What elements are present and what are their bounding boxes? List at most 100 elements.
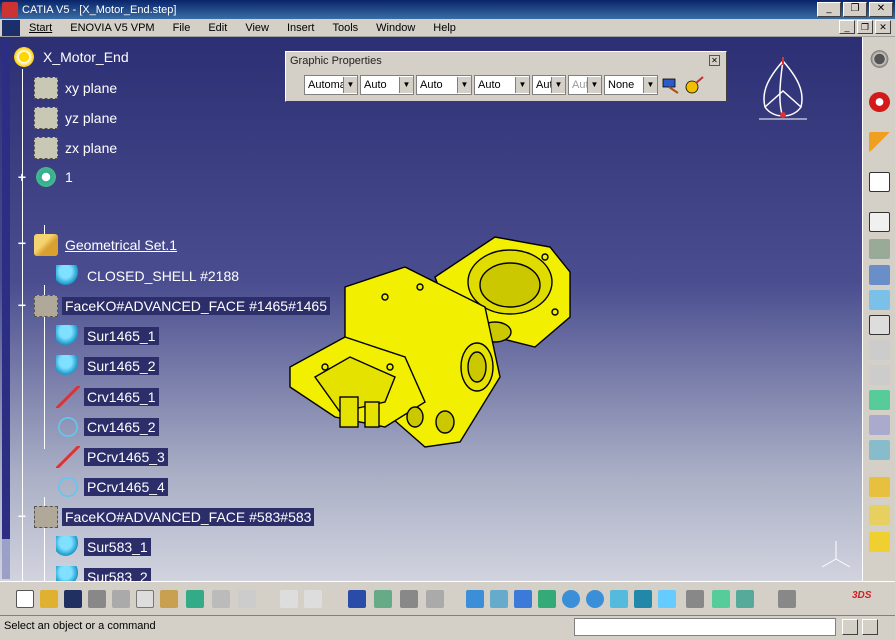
menu-window[interactable]: Window [367,22,424,34]
pan-icon[interactable] [514,590,532,608]
3d-viewport[interactable]: X_Motor_End xy plane yz plane zx plane +… [0,37,862,581]
restore-button[interactable]: ❐ [843,2,867,17]
tree-item-face-583[interactable]: FaceKO#ADVANCED_FACE #583#583 [34,505,315,529]
undo-icon[interactable] [186,590,204,608]
tree-collapse-icon[interactable] [426,590,444,608]
tree-item-body[interactable]: 1 [34,165,76,189]
whats-this-icon[interactable] [238,590,256,608]
stop-icon[interactable] [869,92,890,112]
tree-item-sur583-1[interactable]: Sur583_1 [56,535,151,559]
close-button[interactable]: ✕ [869,2,893,17]
normal-view-icon[interactable] [610,590,628,608]
hide-show-icon[interactable] [712,590,730,608]
hole-icon[interactable] [869,315,890,335]
format-painter-icon[interactable] [660,75,682,95]
line-type-select[interactable]: Auto ▼ [474,75,530,95]
transparency-select[interactable]: Auto ▼ [360,75,414,95]
command-list-icon[interactable] [842,619,858,635]
collapse-minus-icon[interactable]: − [16,509,28,523]
tree-item-sur583-2[interactable]: Sur583_2 [56,565,151,581]
copy-icon[interactable] [136,590,154,608]
doc-close-button[interactable]: ✕ [875,20,891,34]
catia-app-icon[interactable] [2,1,18,18]
tree-expand-icon[interactable] [374,590,392,608]
pocket-icon[interactable] [869,505,890,525]
motor-end-part-model[interactable] [285,227,585,457]
shading-icon[interactable] [686,590,704,608]
menu-enovia[interactable]: ENOVIA V5 VPM [61,22,163,34]
redo-icon[interactable] [212,590,230,608]
menu-view[interactable]: View [236,22,278,34]
draft-icon[interactable] [869,440,890,460]
layer-select[interactable]: None ▼ [604,75,658,95]
command-history-icon[interactable] [862,619,878,635]
command-input[interactable] [574,618,836,636]
formula-icon[interactable] [280,590,298,608]
select-arrow-icon[interactable] [869,132,890,152]
point-symbol-select[interactable]: Aut ▼ [532,75,566,95]
tree-item-pcrv1465-4[interactable]: PCrv1465_4 [56,475,168,499]
menu-insert[interactable]: Insert [278,22,324,34]
paste-icon[interactable] [160,590,178,608]
tree-item-sur1465-2[interactable]: Sur1465_2 [56,354,159,378]
properties-wand-icon[interactable] [684,75,706,95]
lock-icon[interactable] [400,590,418,608]
tree-item-closed-shell[interactable]: CLOSED_SHELL #2188 [56,264,242,288]
multi-view-icon[interactable] [634,590,652,608]
gp-close-icon[interactable]: ✕ [709,55,720,66]
zoom-in-icon[interactable] [562,590,580,608]
print-icon[interactable] [88,590,106,608]
tree-item-pcrv1465-3[interactable]: PCrv1465_3 [56,445,168,469]
join-icon[interactable] [869,239,890,259]
collapse-minus-icon[interactable]: − [16,298,28,312]
solid-icon[interactable] [869,532,890,552]
expand-plus-icon[interactable]: + [16,170,28,184]
doc-minimize-button[interactable]: _ [839,20,855,34]
fly-mode-icon[interactable] [466,590,484,608]
menu-edit[interactable]: Edit [199,22,236,34]
tree-item-xy-plane[interactable]: xy plane [34,76,120,100]
thickness-icon[interactable] [869,415,890,435]
tree-item-sur1465-1[interactable]: Sur1465_1 [56,324,159,348]
knowledge-icon[interactable] [304,590,322,608]
document-icon[interactable] [2,19,20,36]
chamfer-icon[interactable] [869,365,890,385]
menu-file[interactable]: File [164,22,200,34]
open-folder-icon[interactable] [40,590,58,608]
compass-icon[interactable] [755,57,811,131]
cylinder-icon[interactable] [869,290,890,310]
tree-item-crv1465-2[interactable]: Crv1465_2 [56,415,159,439]
shell-icon[interactable] [869,390,890,410]
tree-root[interactable]: X_Motor_End [12,45,132,69]
settings-gear-icon[interactable] [869,49,890,69]
tree-item-geometrical-set[interactable]: Geometrical Set.1 [34,233,180,257]
swap-visible-icon[interactable] [736,590,754,608]
new-file-icon[interactable] [16,590,34,608]
tree-item-crv1465-1[interactable]: Crv1465_1 [56,385,159,409]
fillet-icon[interactable] [869,340,890,360]
menu-help[interactable]: Help [424,22,465,34]
cut-icon[interactable] [112,590,130,608]
tree-line [22,69,23,581]
collapse-minus-icon[interactable]: − [16,236,28,250]
menu-tools[interactable]: Tools [323,22,367,34]
doc-restore-button[interactable]: ❐ [857,20,873,34]
fit-all-icon[interactable] [490,590,508,608]
boolean-icon[interactable] [869,265,890,285]
sketch-icon[interactable] [869,172,890,192]
zoom-out-icon[interactable] [586,590,604,608]
minimize-button[interactable]: _ [817,2,841,17]
material-icon[interactable] [778,590,796,608]
line-thickness-select[interactable]: Auto ▼ [416,75,472,95]
tree-item-yz-plane[interactable]: yz plane [34,106,120,130]
save-icon[interactable] [64,590,82,608]
pad-icon[interactable] [869,477,890,497]
rotate-icon[interactable] [538,590,556,608]
menu-start[interactable]: Start [20,22,61,34]
iso-view-icon[interactable] [658,590,676,608]
fill-color-select[interactable]: Automa ▼ [304,75,358,95]
table-icon[interactable] [348,590,366,608]
extract-icon[interactable] [869,212,890,232]
tree-item-zx-plane[interactable]: zx plane [34,136,120,160]
graphic-properties-toolbar[interactable]: Graphic Properties ✕ Automa ▼ Auto ▼ Auto ▼… [285,51,727,102]
